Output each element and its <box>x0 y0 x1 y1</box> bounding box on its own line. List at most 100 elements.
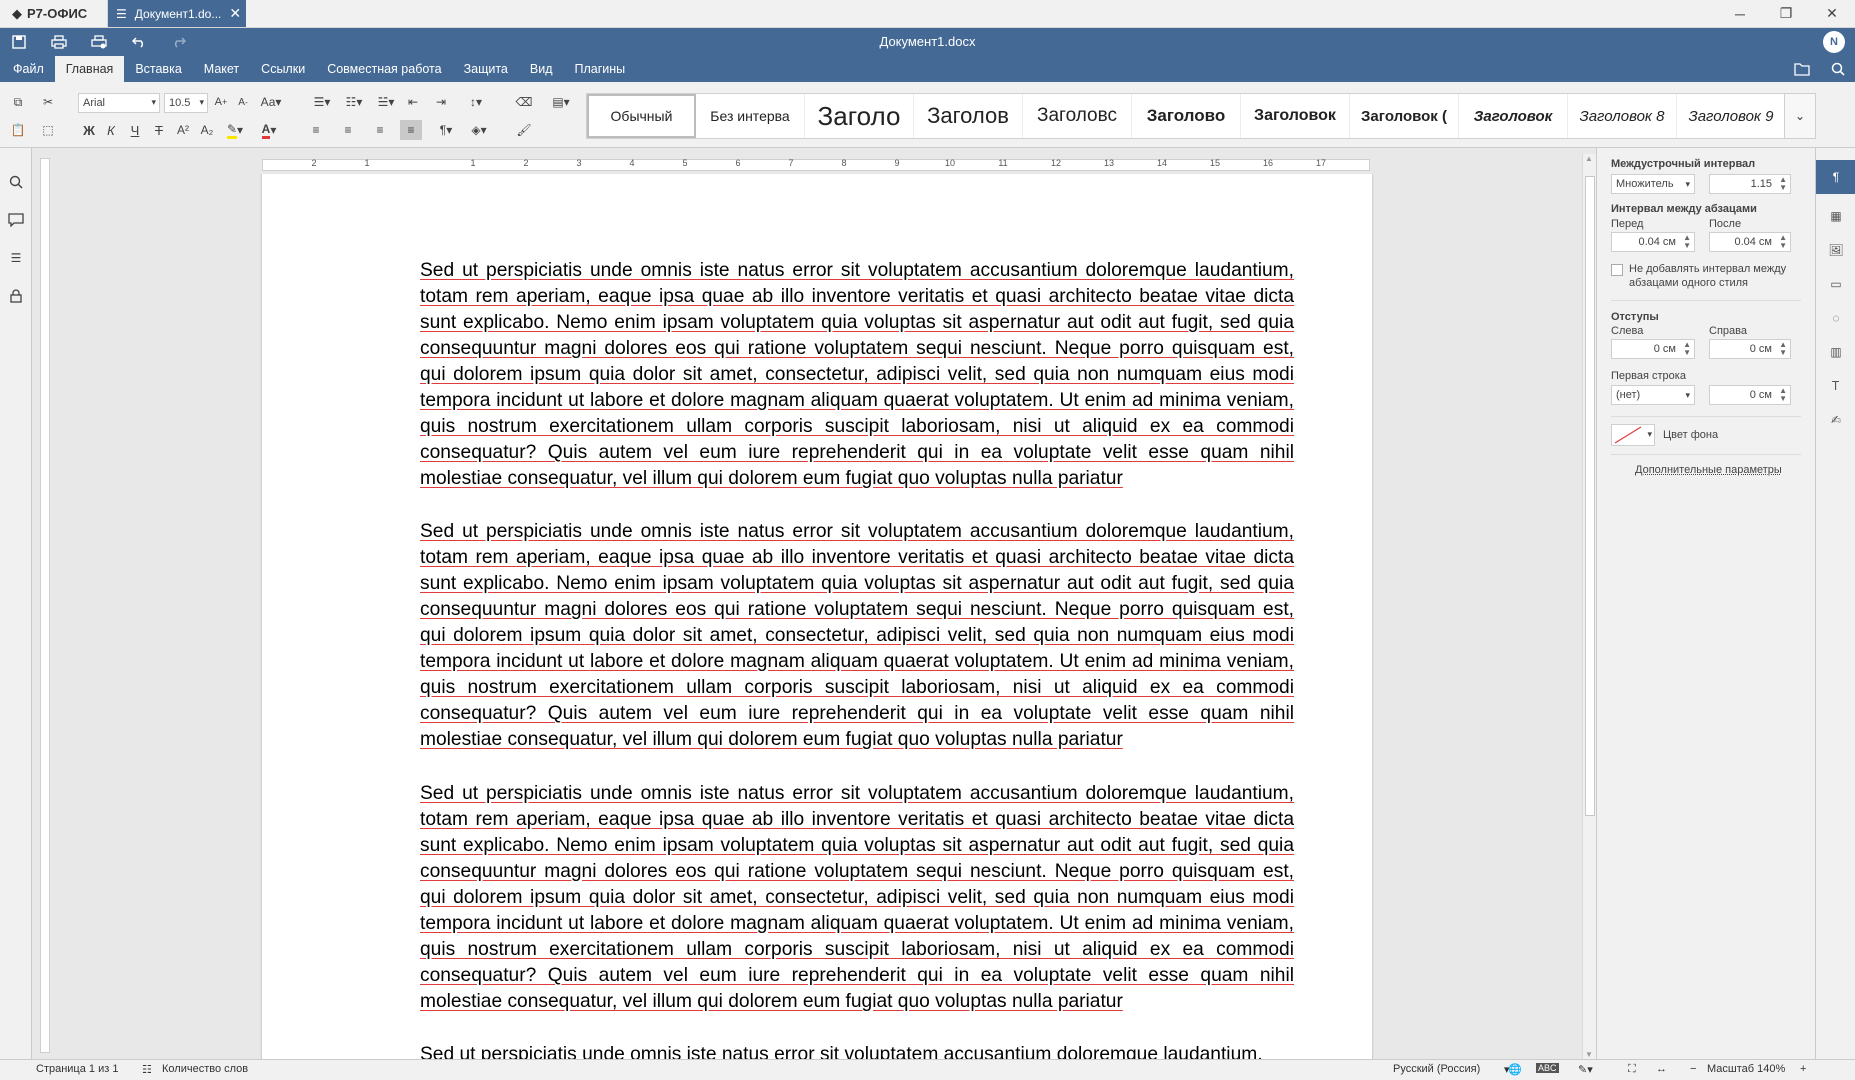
style-heading-4[interactable]: Заголово <box>1132 94 1241 138</box>
fit-page-icon[interactable]: ⛶ <box>1628 1063 1636 1076</box>
paragraph-partial[interactable]: Sed ut perspiciatis unde omnis iste natu… <box>420 1042 1294 1059</box>
tab-home[interactable]: Главная <box>54 56 125 82</box>
strikethrough-button[interactable]: Т <box>150 120 168 140</box>
track-changes-icon[interactable]: ✎▾ <box>1578 1063 1593 1076</box>
font-size-select[interactable]: 10.5 ▾ <box>164 93 208 113</box>
nonprinting-chars-button[interactable]: ¶▾ <box>432 120 460 140</box>
styles-expand-button[interactable]: ⌄ <box>1784 93 1816 139</box>
style-heading-1[interactable]: Заголо <box>805 94 914 138</box>
cut-icon[interactable]: ✂ <box>38 92 58 112</box>
bold-button[interactable]: Ж <box>80 120 98 140</box>
tab-file[interactable]: Файл <box>2 56 55 82</box>
italic-button[interactable]: К <box>102 120 120 140</box>
word-count-button[interactable]: Количество слов <box>162 1063 248 1075</box>
zoom-out-icon[interactable]: − <box>1690 1063 1696 1075</box>
scrollbar-thumb[interactable] <box>1585 176 1595 816</box>
page-indicator[interactable]: Страница 1 из 1 <box>36 1063 118 1075</box>
numbered-list-button[interactable]: ☷▾ <box>340 92 368 112</box>
style-heading-9[interactable]: Заголовок 9 <box>1677 94 1786 138</box>
zoom-in-icon[interactable]: + <box>1800 1063 1806 1075</box>
line-spacing-button[interactable]: ↕▾ <box>462 92 490 112</box>
advanced-settings-link[interactable]: Дополнительные параметры <box>1635 464 1782 476</box>
style-heading-2[interactable]: Заголов <box>914 94 1023 138</box>
style-no-spacing[interactable]: Без интерва <box>696 94 805 138</box>
spinner-icon[interactable]: ▲ ▼ <box>1779 341 1787 357</box>
font-color-button[interactable]: A ▾ <box>256 120 282 140</box>
font-name-select[interactable]: Arial ▾ <box>78 93 160 113</box>
copy-icon[interactable]: ⧉ <box>8 92 28 112</box>
lock-icon[interactable] <box>6 286 26 306</box>
close-tab-icon[interactable]: ✕ <box>229 5 241 22</box>
fit-width-icon[interactable]: ↔ <box>1656 1063 1667 1075</box>
tab-collaboration[interactable]: Совместная работа <box>316 56 452 82</box>
search-icon[interactable] <box>1827 59 1849 79</box>
highlight-color-button[interactable]: ✎ ▾ <box>222 120 248 140</box>
textart-settings-icon[interactable]: Ꭲ <box>1826 376 1846 396</box>
first-line-value-field[interactable]: 0 см ▲ ▼ <box>1709 385 1791 405</box>
minimize-button[interactable]: ─ <box>1717 0 1763 27</box>
comments-icon[interactable] <box>6 210 26 230</box>
word-count-icon[interactable]: ☷ <box>142 1063 152 1076</box>
spinner-icon[interactable]: ▲ ▼ <box>1779 387 1787 403</box>
tab-insert[interactable]: Вставка <box>124 56 192 82</box>
change-case-button[interactable]: Аа ▾ <box>256 92 286 112</box>
style-heading-6[interactable]: Заголовок ( <box>1350 94 1459 138</box>
vertical-ruler[interactable] <box>32 148 54 1059</box>
paragraph[interactable]: Sed ut perspiciatis unde omnis iste natu… <box>420 258 1294 492</box>
image-settings-icon[interactable]: 🖼 <box>1826 240 1846 260</box>
spellcheck-icon[interactable]: ABC <box>1536 1063 1559 1073</box>
chart-settings-icon[interactable]: ▥ <box>1826 342 1846 362</box>
line-spacing-mode-select[interactable]: Множитель ▾ <box>1611 174 1695 194</box>
clear-style-icon[interactable]: ⌫ <box>514 92 534 112</box>
decrease-indent-icon[interactable]: ⇤ <box>404 92 422 112</box>
superscript-button[interactable]: A² <box>174 120 192 140</box>
scroll-down-icon[interactable]: ▼ <box>1585 1050 1593 1059</box>
bullet-list-button[interactable]: ☰▾ <box>308 92 336 112</box>
align-right-icon[interactable]: ≡ <box>370 120 390 140</box>
style-normal[interactable]: Обычный <box>587 94 696 138</box>
open-location-icon[interactable] <box>1791 59 1813 79</box>
shading-button[interactable]: ◈▾ <box>464 120 494 140</box>
underline-button[interactable]: Ч <box>126 120 144 140</box>
paragraph-settings-icon[interactable]: ¶ <box>1816 160 1855 194</box>
scroll-up-icon[interactable]: ▲ <box>1585 154 1593 163</box>
style-heading-8[interactable]: Заголовок 8 <box>1568 94 1677 138</box>
header-footer-icon[interactable]: ▭ <box>1826 274 1846 294</box>
close-window-button[interactable]: ✕ <box>1809 0 1855 27</box>
line-spacing-value-field[interactable]: 1.15 ▲ ▼ <box>1709 174 1791 194</box>
copy-style-button[interactable]: ▤▾ <box>546 92 576 112</box>
format-painter-icon[interactable]: 🖌 <box>514 120 534 140</box>
align-justify-icon[interactable]: ≡ <box>400 120 422 140</box>
first-line-mode-select[interactable]: (нет) ▾ <box>1611 385 1695 405</box>
signature-icon[interactable]: ✍ <box>1826 410 1846 430</box>
app-logo[interactable]: ◆ Р7-ОФИС <box>0 0 108 27</box>
increase-indent-icon[interactable]: ⇥ <box>432 92 450 112</box>
shape-settings-icon[interactable]: ◌ <box>1826 308 1846 328</box>
horizontal-ruler[interactable]: 2 1 1 2 3 4 5 6 7 8 9 10 11 12 13 14 15 … <box>262 154 1370 174</box>
style-heading-7[interactable]: Заголовок <box>1459 94 1568 138</box>
document-tab[interactable]: ☰ Документ1.do... ✕ <box>108 0 246 27</box>
paste-icon[interactable]: 📋 <box>8 120 28 140</box>
spacing-after-field[interactable]: 0.04 см ▲ ▼ <box>1709 232 1791 252</box>
subscript-button[interactable]: A₂ <box>198 120 216 140</box>
spinner-icon[interactable]: ▲ ▼ <box>1779 234 1787 250</box>
align-left-icon[interactable]: ≡ <box>306 120 326 140</box>
search-icon[interactable] <box>6 172 26 192</box>
paragraph[interactable]: Sed ut perspiciatis unde omnis iste natu… <box>420 519 1294 753</box>
globe-icon[interactable]: 🌐 <box>1508 1063 1522 1076</box>
indent-left-field[interactable]: 0 см ▲ ▼ <box>1611 339 1695 359</box>
zoom-level[interactable]: Масштаб 140% <box>1707 1063 1785 1075</box>
decrease-font-icon[interactable]: A- <box>234 92 252 112</box>
tab-layout[interactable]: Макет <box>193 56 250 82</box>
tab-view[interactable]: Вид <box>519 56 564 82</box>
increase-font-icon[interactable]: A + <box>212 92 230 112</box>
tab-plugins[interactable]: Плагины <box>564 56 637 82</box>
no-spacing-checkbox[interactable] <box>1611 264 1623 276</box>
background-color-picker[interactable]: ▾ <box>1611 424 1655 446</box>
spacing-before-field[interactable]: 0.04 см ▲ ▼ <box>1611 232 1695 252</box>
document-area[interactable]: Sed ut perspiciatis unde omnis iste natu… <box>54 174 1582 1059</box>
style-heading-5[interactable]: Заголовок <box>1241 94 1350 138</box>
vertical-scrollbar[interactable]: ▲ ▼ <box>1582 154 1596 1059</box>
align-center-icon[interactable]: ≡ <box>338 120 358 140</box>
tab-protection[interactable]: Защита <box>453 56 519 82</box>
